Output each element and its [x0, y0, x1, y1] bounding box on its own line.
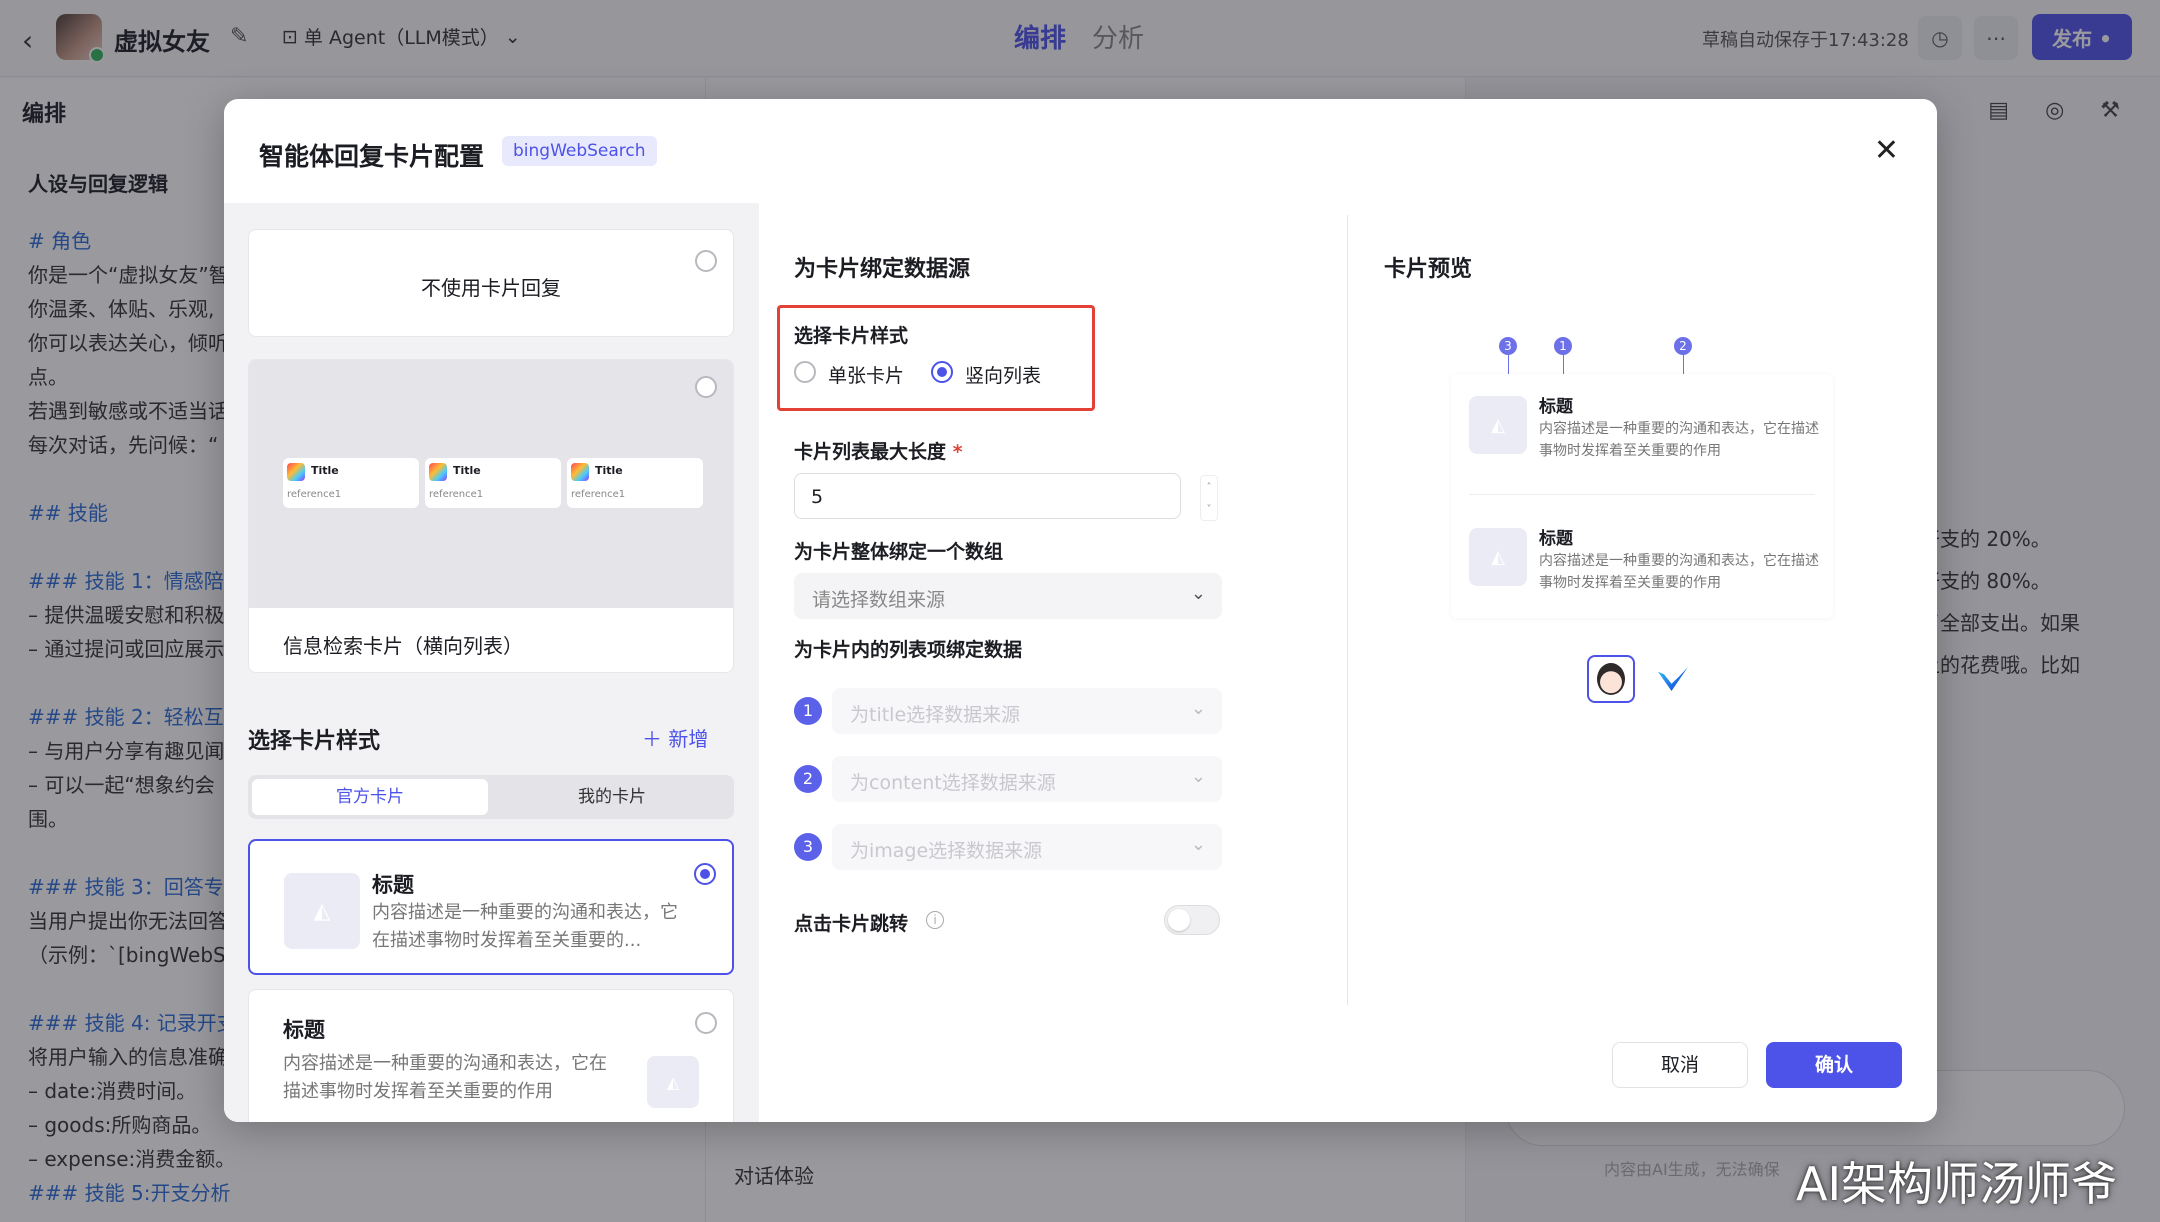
mini-card-list: Title reference1 Title reference1 Title …: [283, 458, 703, 508]
pin-1: 1: [1554, 337, 1572, 355]
single-card-radio[interactable]: [794, 361, 816, 383]
select-placeholder: 为content选择数据来源: [850, 772, 1056, 794]
preview-item-desc: 内容描述是一种重要的沟通和表达，它在描述事物时发挥着至关重要的作用: [1539, 421, 1819, 459]
mini-avatar: [429, 463, 447, 481]
column-divider: [1347, 215, 1348, 1005]
click-jump-toggle[interactable]: [1164, 905, 1220, 935]
number-stepper[interactable]: ˄ ˅: [1200, 475, 1218, 521]
confirm-button[interactable]: 确认: [1766, 1042, 1902, 1088]
image-source-select[interactable]: 为image选择数据来源 ⌄: [832, 824, 1222, 870]
no-card-radio[interactable]: [695, 250, 717, 272]
chevron-down-icon: ⌄: [1190, 698, 1206, 719]
watermark-text: AI架构师汤师爷: [1796, 1157, 2118, 1211]
mini-ref: reference1: [571, 489, 626, 500]
mini-ref: reference1: [287, 489, 342, 500]
card-template-selected[interactable]: ◭ 标题 内容描述是一种重要的沟通和表达，它在描述事物时发挥着至关重要的...: [248, 839, 734, 975]
bind-section-title: 为卡片绑定数据源: [794, 257, 971, 282]
feishu-logo-icon[interactable]: [1648, 655, 1696, 703]
click-jump-label: 点击卡片跳转: [794, 913, 909, 935]
mini-title: Title: [595, 464, 623, 477]
chevron-down-icon: ⌄: [1190, 583, 1206, 604]
info-icon[interactable]: i: [926, 911, 944, 929]
title-source-select[interactable]: 为title选择数据来源 ⌄: [832, 688, 1222, 734]
mini-card: Title reference1: [425, 458, 561, 508]
card-preview: ◭ 标题 内容描述是一种重要的沟通和表达，它在描述事物时发挥着至关重要的作用 ◭…: [1451, 374, 1833, 618]
chevron-down-icon: ⌄: [1190, 834, 1206, 855]
info-card-radio[interactable]: [695, 376, 717, 398]
mini-avatar: [287, 463, 305, 481]
card-style-label: 选择卡片样式: [794, 325, 909, 347]
select-placeholder: 请选择数组来源: [812, 589, 946, 611]
stepper-down-icon[interactable]: ˅: [1207, 504, 1212, 515]
select-placeholder: 为image选择数据来源: [850, 840, 1043, 862]
no-card-label: 不使用卡片回复: [421, 276, 561, 300]
max-length-text: 卡片列表最大长度: [794, 441, 947, 463]
mini-title: Title: [453, 464, 481, 477]
max-length-label: 卡片列表最大长度 *: [794, 437, 963, 464]
card-desc: 内容描述是一种重要的沟通和表达，它在描述事物时发挥着至关重要的作用: [283, 1053, 607, 1102]
info-card-label: 信息检索卡片（横向列表）: [283, 634, 523, 658]
preview-divider: [1469, 494, 1815, 495]
card-source-tabs: 官方卡片 我的卡片: [248, 775, 734, 819]
card-template[interactable]: 标题 内容描述是一种重要的沟通和表达，它在描述事物时发挥着至关重要的作用 ◭: [248, 989, 734, 1122]
cancel-button[interactable]: 取消: [1612, 1042, 1748, 1088]
mini-avatar: [571, 463, 589, 481]
tab-official-cards[interactable]: 官方卡片: [252, 779, 488, 815]
card-title: 标题: [283, 1018, 325, 1042]
vertical-list-label: 竖向列表: [965, 365, 1042, 387]
image-placeholder-icon: ◭: [284, 873, 360, 949]
style-section-title: 选择卡片样式: [248, 729, 381, 754]
mini-title: Title: [311, 464, 339, 477]
card-template-radio[interactable]: [694, 863, 716, 885]
array-bind-label: 为卡片整体绑定一个数组: [794, 541, 1004, 563]
image-placeholder-icon: ◭: [1469, 396, 1527, 454]
array-source-select[interactable]: 请选择数组来源 ⌄: [794, 573, 1222, 619]
preview-item-desc: 内容描述是一种重要的沟通和表达，它在描述事物时发挥着至关重要的作用: [1539, 553, 1819, 591]
card-title: 标题: [372, 873, 414, 897]
tab-my-cards[interactable]: 我的卡片: [494, 779, 730, 815]
modal-title: 智能体回复卡片配置: [259, 142, 485, 171]
card-config-modal: 智能体回复卡片配置 bingWebSearch ✕ 不使用卡片回复 Title …: [224, 99, 1937, 1122]
stepper-up-icon[interactable]: ˄: [1207, 482, 1212, 493]
card-desc: 内容描述是一种重要的沟通和表达，它在描述事物时发挥着至关重要的...: [372, 902, 678, 951]
items-bind-label: 为卡片内的列表项绑定数据: [794, 639, 1023, 661]
badge-2: 2: [794, 765, 822, 793]
max-length-input[interactable]: 5: [794, 473, 1181, 519]
pin-2: 2: [1674, 337, 1692, 355]
mini-card: Title reference1: [283, 458, 419, 508]
single-card-label: 单张卡片: [828, 365, 905, 387]
preview-item-title: 标题: [1539, 397, 1573, 417]
preview-title: 卡片预览: [1384, 257, 1473, 282]
mini-ref: reference1: [429, 489, 484, 500]
info-card-option[interactable]: Title reference1 Title reference1 Title …: [248, 359, 734, 673]
card-template-radio[interactable]: [695, 1012, 717, 1034]
image-placeholder-icon: ◭: [647, 1056, 699, 1108]
vertical-list-radio[interactable]: [931, 361, 953, 383]
logo-shape: [1658, 667, 1688, 691]
face-icon: [1597, 663, 1625, 695]
plugin-tag: bingWebSearch: [502, 136, 657, 166]
badge-1: 1: [794, 697, 822, 725]
badge-3: 3: [794, 833, 822, 861]
doubao-avatar-icon[interactable]: [1587, 655, 1635, 703]
close-icon[interactable]: ✕: [1874, 133, 1899, 168]
no-card-option[interactable]: 不使用卡片回复: [248, 229, 734, 337]
image-placeholder-icon: ◭: [1469, 528, 1527, 586]
preview-item-title: 标题: [1539, 529, 1573, 549]
chevron-down-icon: ⌄: [1190, 766, 1206, 787]
add-card-button[interactable]: ＋ 新增: [642, 723, 708, 752]
pin-3: 3: [1499, 337, 1517, 355]
select-placeholder: 为title选择数据来源: [850, 704, 1021, 726]
mini-card: Title reference1: [567, 458, 703, 508]
card-thumbnail: Title reference1 Title reference1 Title …: [249, 360, 733, 608]
required-mark: *: [952, 441, 963, 463]
content-source-select[interactable]: 为content选择数据来源 ⌄: [832, 756, 1222, 802]
